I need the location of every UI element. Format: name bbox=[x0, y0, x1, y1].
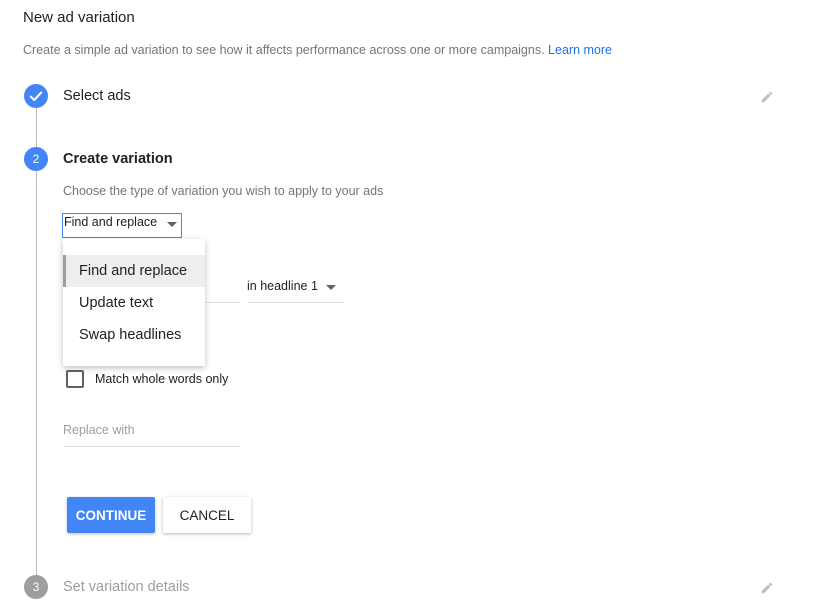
learn-more-link[interactable]: Learn more bbox=[548, 43, 612, 57]
headline-dropdown[interactable]: in headline 1 bbox=[247, 279, 344, 303]
continue-button[interactable]: CONTINUE bbox=[67, 497, 155, 533]
page-subtitle: Create a simple ad variation to see how … bbox=[23, 43, 612, 57]
step-2-label: Create variation bbox=[63, 151, 173, 167]
menu-item-swap-headlines[interactable]: Swap headlines bbox=[63, 319, 205, 351]
replace-with-placeholder: Replace with bbox=[63, 423, 135, 437]
stepper-line bbox=[36, 108, 37, 576]
step-2-number: 2 bbox=[24, 147, 48, 171]
variation-type-instruction: Choose the type of variation you wish to… bbox=[63, 184, 384, 198]
replace-with-input[interactable]: Replace with bbox=[63, 423, 240, 447]
step-3-number: 3 bbox=[24, 575, 48, 599]
dropdown-arrow-icon bbox=[167, 222, 177, 227]
menu-item-find-and-replace[interactable]: Find and replace bbox=[63, 255, 205, 287]
variation-type-value: Find and replace bbox=[64, 215, 158, 229]
headline-dropdown-value: in headline 1 bbox=[247, 279, 318, 293]
variation-type-dropdown[interactable]: Find and replace bbox=[62, 213, 182, 238]
step-1-complete-icon bbox=[24, 84, 48, 108]
cancel-button[interactable]: CANCEL bbox=[163, 497, 251, 533]
match-whole-words-label[interactable]: Match whole words only bbox=[95, 372, 228, 386]
edit-step-3-icon[interactable] bbox=[760, 581, 774, 595]
variation-type-menu: Find and replace Update text Swap headli… bbox=[63, 239, 205, 366]
page-title: New ad variation bbox=[23, 9, 135, 26]
step-3-label: Set variation details bbox=[63, 579, 190, 595]
edit-step-1-icon[interactable] bbox=[760, 90, 774, 104]
step-1-label[interactable]: Select ads bbox=[63, 88, 131, 104]
check-icon bbox=[29, 91, 43, 102]
subtitle-text: Create a simple ad variation to see how … bbox=[23, 43, 545, 57]
dropdown-arrow-icon bbox=[326, 285, 336, 290]
menu-item-update-text[interactable]: Update text bbox=[63, 287, 205, 319]
find-input-underline bbox=[205, 302, 240, 303]
match-whole-words-checkbox[interactable] bbox=[66, 370, 84, 388]
